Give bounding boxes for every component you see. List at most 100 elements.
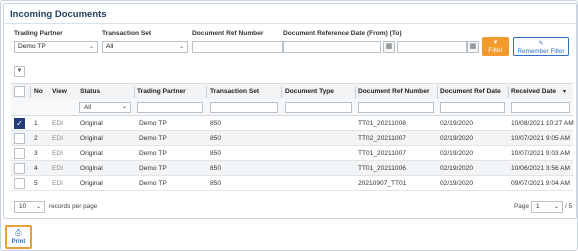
calendar-icon[interactable]: ▦ (383, 41, 395, 53)
page-label: Page (514, 203, 529, 210)
pagination-bar: 10 ⌄ records per page Page 1 ⌄ / 5 (11, 201, 573, 215)
sort-desc-icon[interactable]: ▾ (563, 84, 566, 100)
col-status[interactable]: Status (80, 84, 100, 100)
print-button[interactable]: ⎙ Print (5, 225, 32, 249)
row-status: Original (80, 135, 103, 142)
row-no: 5 (34, 180, 38, 187)
row-checkbox[interactable] (14, 148, 25, 159)
table-row[interactable]: 2 EDI Original Demo TP 850 TT02_20211007… (11, 131, 573, 146)
received-date-filter-input[interactable] (511, 102, 570, 113)
column-divider (281, 86, 282, 98)
trading-partner-select[interactable]: Demo TP ⌄ (14, 41, 98, 53)
column-filter-row: All ⌄ (11, 99, 573, 116)
trading-partner-filter-input[interactable] (137, 102, 203, 113)
row-no: 3 (34, 150, 38, 157)
chevron-down-icon: ⌄ (121, 104, 127, 110)
document-type-filter-input[interactable] (285, 102, 352, 113)
column-divider (437, 86, 438, 98)
row-view-link[interactable]: EDI (52, 131, 63, 146)
column-divider (30, 86, 31, 98)
col-trading-partner[interactable]: Trading Partner (137, 84, 186, 100)
row-document-ref-number: TT01_20211006 (358, 165, 406, 172)
remember-filter-label: Remember Filter (517, 48, 565, 55)
trading-partner-value: Demo TP (18, 43, 46, 50)
transaction-set-value: All (106, 43, 114, 50)
status-filter-select[interactable]: All ⌄ (79, 102, 131, 113)
row-status: Original (80, 150, 103, 157)
col-transaction-set[interactable]: Transaction Set (210, 84, 259, 100)
row-document-ref-date: 02/19/2020 (440, 150, 474, 157)
row-view-link[interactable]: EDI (52, 116, 63, 131)
row-received-date: 10/06/2021 3:56 AM (511, 165, 571, 172)
document-ref-date-filter-input[interactable] (440, 102, 505, 113)
doc-ref-date-from-input[interactable] (283, 41, 381, 53)
window: Incoming Documents Trading Partner Trans… (0, 0, 578, 251)
print-button-label: Print (11, 239, 26, 245)
row-status: Original (80, 180, 103, 187)
row-trading-partner: Demo TP (139, 150, 167, 157)
row-received-date: 09/07/2021 9:04 AM (511, 180, 571, 187)
doc-ref-number-input[interactable] (192, 41, 283, 53)
trading-partner-label: Trading Partner (14, 30, 63, 37)
col-document-ref-number[interactable]: Document Ref Number (358, 84, 429, 100)
row-transaction-set: 850 (210, 135, 222, 142)
transaction-set-filter-input[interactable] (210, 102, 278, 113)
row-trading-partner: Demo TP (139, 120, 167, 127)
row-received-date: 10/07/2021 9:05 AM (511, 135, 571, 142)
chevron-down-icon: ⌄ (553, 204, 559, 210)
filter-button[interactable]: ▼ Filter (482, 37, 509, 56)
funnel-icon: ▼ (492, 40, 499, 46)
row-no: 4 (34, 165, 38, 172)
page-size-select[interactable]: 10 ⌄ (14, 201, 45, 213)
row-view-link[interactable]: EDI (52, 161, 63, 176)
panel-title: Incoming Documents (10, 9, 107, 20)
row-document-ref-date: 02/19/2020 (440, 135, 474, 142)
table-row[interactable]: 5 EDI Original Demo TP 850 20210907_TT01… (11, 176, 573, 191)
col-view[interactable]: View (52, 84, 67, 100)
column-divider (134, 86, 135, 98)
doc-ref-date-to-input[interactable] (397, 41, 467, 53)
row-document-ref-number: 20210907_TT01 (358, 180, 407, 187)
column-divider (355, 86, 356, 98)
column-divider (206, 86, 207, 98)
row-view-link[interactable]: EDI (52, 176, 63, 191)
select-all-checkbox[interactable] (14, 86, 25, 97)
table-row[interactable]: 3 EDI Original Demo TP 850 TT01_20211007… (11, 146, 573, 161)
row-status: Original (80, 120, 103, 127)
filter-button-label: Filter (488, 47, 503, 54)
page-number-select[interactable]: 1 ⌄ (531, 201, 563, 213)
column-divider (508, 86, 509, 98)
row-document-ref-date: 02/19/2020 (440, 120, 474, 127)
calendar-icon[interactable]: ▦ (467, 41, 479, 53)
col-document-type[interactable]: Document Type (285, 84, 334, 100)
row-transaction-set: 850 (210, 120, 222, 127)
row-checkbox[interactable]: ✓ (14, 118, 25, 129)
row-no: 1 (34, 120, 38, 127)
row-received-date: 10/08/2021 10:27 AM (511, 120, 574, 127)
row-checkbox[interactable] (14, 133, 25, 144)
row-document-ref-date: 02/19/2020 (440, 180, 474, 187)
row-no: 2 (34, 135, 38, 142)
document-ref-number-filter-input[interactable] (358, 102, 434, 113)
row-status: Original (80, 165, 103, 172)
row-document-ref-number: TT01_20211007 (358, 150, 406, 157)
col-no[interactable]: No (34, 84, 43, 100)
chevron-down-icon: ⌄ (178, 44, 184, 50)
chevron-down-icon: ⌄ (88, 44, 94, 50)
table-row[interactable]: 4 EDI Original Demo TP 850 TT01_20211006… (11, 161, 573, 176)
col-document-ref-date[interactable]: Document Ref Date (440, 84, 501, 100)
col-received-date[interactable]: Received Date (511, 84, 556, 100)
row-transaction-set: 850 (210, 165, 222, 172)
remember-filter-button[interactable]: ✎ Remember Filter (513, 37, 569, 56)
transaction-set-select[interactable]: All ⌄ (102, 41, 188, 53)
transaction-set-label: Transaction Set (102, 30, 152, 37)
row-view-link[interactable]: EDI (52, 146, 63, 161)
column-filter-toggle-icon[interactable]: ▼ (14, 66, 25, 77)
row-trading-partner: Demo TP (139, 135, 167, 142)
row-checkbox[interactable] (14, 178, 25, 189)
row-checkbox[interactable] (14, 163, 25, 174)
doc-ref-date-label: Document Reference Date (From) (To) (283, 30, 402, 37)
printer-icon: ⎙ (15, 228, 22, 237)
pin-icon: ✎ (538, 41, 544, 47)
table-row[interactable]: ✓ 1 EDI Original Demo TP 850 TT01_202110… (11, 116, 574, 131)
